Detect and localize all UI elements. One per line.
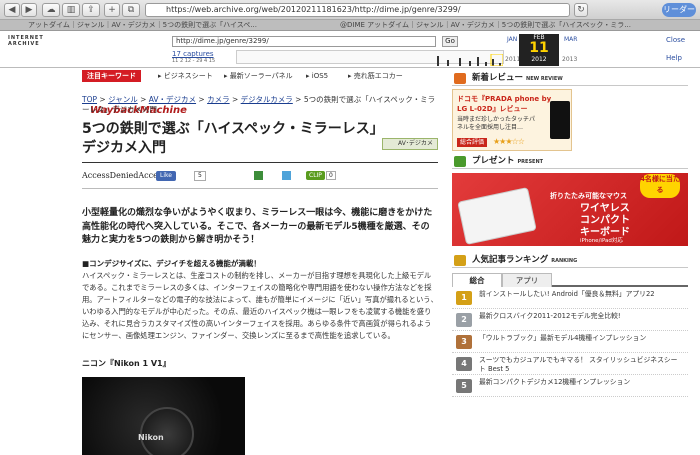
reload-icon[interactable]: ↻ xyxy=(574,3,588,17)
tab-apps[interactable]: アプリ xyxy=(502,273,552,287)
back-icon[interactable]: ◀ xyxy=(4,3,20,17)
keyword-link[interactable]: ▸ ビジネスシート xyxy=(158,70,213,82)
review-eval-label: 総合評価 xyxy=(457,138,488,147)
camera-image: Nikon xyxy=(82,376,245,455)
capture-sparkline[interactable] xyxy=(236,50,504,67)
rank-number-icon: 4 xyxy=(456,357,472,371)
clip-button[interactable]: CLIP xyxy=(306,171,325,180)
rank-crown-icon: 2 xyxy=(456,313,472,327)
new-tab-icon[interactable]: + xyxy=(104,3,120,17)
article-title: 5つの鉄則で選ぶ「ハイスペック・ミラーレス」デジカメ入門 xyxy=(82,121,377,156)
breadcrumb-link[interactable]: ジャンル xyxy=(108,95,138,104)
byline-text: AccessDeniedAcces xyxy=(82,171,162,180)
browser-toolbar: ◀ ▶ ☁ ▥ ⇪ + ⧉ https://web.archive.org/we… xyxy=(0,0,700,20)
breadcrumb-link[interactable]: AV・デジカメ xyxy=(149,95,196,104)
article-subhead: ■コンデジサイズに、デジイチを超える機能が満載！ xyxy=(82,258,261,268)
article-body: ハイスペック・ミラーレスとは、生産コストの制約を排し、メーカーが目指す理想を具現… xyxy=(82,270,438,340)
address-bar[interactable]: https://web.archive.org/web/201202111816… xyxy=(145,3,570,17)
calendar-current: FEB 11 2012 xyxy=(519,34,559,66)
category-badge[interactable]: AV･デジカメ xyxy=(382,138,438,150)
wayback-go-button[interactable]: Go xyxy=(442,36,458,47)
breadcrumb-link[interactable]: カメラ xyxy=(207,95,230,104)
breadcrumb-link[interactable]: デジタルカメラ xyxy=(241,95,293,104)
cloud-icon[interactable]: ☁ xyxy=(42,3,60,17)
sidebar: 新着レビュー NEW REVIEW ドコモ『PRADA phone by LG L… xyxy=(452,70,688,397)
ranking-item[interactable]: 5 最新コンパクトデジカメ12機種インプレッション xyxy=(452,375,688,397)
book-icon[interactable]: ▥ xyxy=(62,3,80,17)
hatena-icon[interactable] xyxy=(254,171,263,180)
ranking-item[interactable]: 3 「ウルトラブック」最新モデル4機種インプレッション xyxy=(452,331,688,353)
present-header: プレゼント PRESENT xyxy=(452,153,688,169)
rank-crown-icon: 3 xyxy=(456,335,472,349)
article-lede: 小型軽量化の熾烈な争いがようやく収まり、ミラーレス一眼は今、機能に磨きをかけた高… xyxy=(82,208,433,245)
month-prev[interactable]: JAN xyxy=(507,36,517,43)
ranking-item[interactable]: 2 最新クロスバイク2011-2012モデル完全比較! xyxy=(452,309,688,331)
byline-divider xyxy=(82,188,438,189)
crown-icon xyxy=(454,255,466,266)
tab-bar: アットダイム｜ジャンル｜AV・デジカメ｜5つの鉄則で選ぶ「ハイスペ... @DI… xyxy=(0,20,700,31)
keyword-link[interactable]: ▸ 売れ筋エコカー xyxy=(348,70,403,82)
clip-count: 0 xyxy=(326,171,336,180)
present-burst: 4名様に当たる xyxy=(640,174,680,198)
ranking-header: 人気記事ランキング RANKING xyxy=(452,252,688,268)
keyword-link[interactable]: ▸ iOS5 xyxy=(306,70,328,82)
captures-link[interactable]: 17 captures xyxy=(172,50,214,58)
wayback-logo[interactable]: INTERNET ARCHIVE WaybackMachine xyxy=(8,35,187,116)
lens-shape xyxy=(140,406,194,455)
keyword-bar: 注目キーワード ▸ ビジネスシート ▸ 最新ソーラーパネル ▸ iOS5 ▸ 売… xyxy=(82,70,438,82)
wayback-help-link[interactable]: Help xyxy=(666,54,682,62)
keyboard-image xyxy=(458,188,536,244)
breadcrumb-link[interactable]: TOP xyxy=(82,95,97,104)
tab-2[interactable]: @DIME アットダイム｜ジャンル｜AV・デジカメ｜5つの鉄則で選ぶ「ハイスペッ… xyxy=(340,20,696,31)
facebook-like-button[interactable]: Like xyxy=(156,171,176,181)
ranking-item[interactable]: 1 前インストールしたい! Android「優良＆無料」アプリ22 xyxy=(452,287,688,309)
phone-image xyxy=(550,101,570,139)
ranking-item[interactable]: 4 スーツでもカジュアルでもキマる！ スタイリッシュビジネスシート Best 5 xyxy=(452,353,688,375)
forward-icon[interactable]: ▶ xyxy=(21,3,37,17)
review-header: 新着レビュー NEW REVIEW xyxy=(452,70,688,86)
camera-brand: Nikon xyxy=(138,432,164,442)
capture-dates: 11 2 12 - 29 4 15 xyxy=(172,58,216,64)
present-banner[interactable]: 折りたたみ可能なマウス ワイヤレス コンパクト キーボード iPhone/iPa… xyxy=(452,173,688,246)
keyword-label: 注目キーワード xyxy=(82,70,141,82)
share-icon[interactable]: ⇪ xyxy=(82,3,100,17)
year-next[interactable]: 2013 xyxy=(562,56,577,63)
year-prev[interactable]: 2011 xyxy=(505,56,520,63)
main-column: 注目キーワード ▸ ビジネスシート ▸ 最新ソーラーパネル ▸ iOS5 ▸ 売… xyxy=(82,70,438,455)
ranking-tabs: 総合 アプリ xyxy=(452,273,688,287)
gift-icon xyxy=(454,156,466,167)
review-icon xyxy=(454,73,466,84)
tab-1[interactable]: アットダイム｜ジャンル｜AV・デジカメ｜5つの鉄則で選ぶ「ハイスペ... xyxy=(28,20,328,31)
image-caption: ニコン『Nikon 1 V1』 xyxy=(82,358,171,368)
byline-row: AccessDeniedAcces Like 5 CLIP 0 xyxy=(82,170,438,182)
wayback-banner: INTERNET ARCHIVE WaybackMachine http://d… xyxy=(0,32,700,116)
month-next[interactable]: MAR xyxy=(564,36,577,43)
breadcrumb: TOP > ジャンル > AV・デジカメ > カメラ > デジタルカメラ > 5… xyxy=(82,95,436,114)
rank-number-icon: 5 xyxy=(456,379,472,393)
like-count: 5 xyxy=(194,171,206,181)
reader-button[interactable]: リーダー xyxy=(662,3,696,17)
tabs-icon[interactable]: ⧉ xyxy=(122,3,140,17)
review-card[interactable]: ドコモ『PRADA phone by LG L-02D』レビュー 当時まだ珍しか… xyxy=(452,89,688,153)
wayback-close-link[interactable]: Close xyxy=(666,36,685,44)
keyword-link[interactable]: ▸ 最新ソーラーパネル xyxy=(224,70,293,82)
bookmark-icon[interactable] xyxy=(282,171,291,180)
title-divider xyxy=(82,162,438,163)
review-stars: ★★★☆☆ xyxy=(493,137,525,146)
rank-crown-icon: 1 xyxy=(456,291,472,305)
wayback-url-input[interactable]: http://dime.jp/genre/3299/ xyxy=(172,36,436,47)
tab-overall[interactable]: 総合 xyxy=(452,273,502,287)
